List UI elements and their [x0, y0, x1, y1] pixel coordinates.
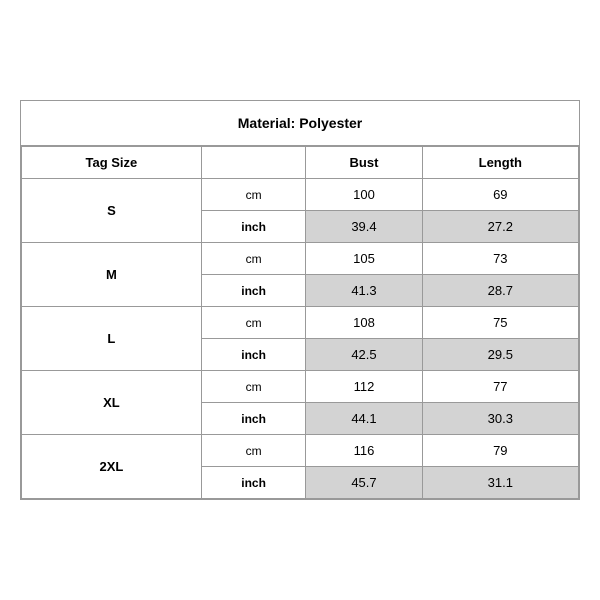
table-row: XLcm11277 [22, 371, 579, 403]
bust-inch-value: 42.5 [306, 339, 422, 371]
length-cm-value: 69 [422, 179, 578, 211]
unit-label-inch: inch [201, 211, 306, 243]
unit-label-cm: cm [201, 307, 306, 339]
bust-header: Bust [306, 147, 422, 179]
chart-title: Material: Polyester [21, 101, 579, 146]
length-inch-value: 30.3 [422, 403, 578, 435]
length-cm-value: 79 [422, 435, 578, 467]
tag-size-header: Tag Size [22, 147, 202, 179]
unit-label-cm: cm [201, 371, 306, 403]
unit-label-inch: inch [201, 467, 306, 499]
bust-cm-value: 108 [306, 307, 422, 339]
length-inch-value: 28.7 [422, 275, 578, 307]
table-row: 2XLcm11679 [22, 435, 579, 467]
length-header: Length [422, 147, 578, 179]
unit-label-cm: cm [201, 435, 306, 467]
unit-label-inch: inch [201, 275, 306, 307]
length-inch-value: 27.2 [422, 211, 578, 243]
unit-label-inch: inch [201, 339, 306, 371]
length-cm-value: 75 [422, 307, 578, 339]
length-inch-value: 31.1 [422, 467, 578, 499]
length-cm-value: 77 [422, 371, 578, 403]
tag-size-cell: XL [22, 371, 202, 435]
unit-label-inch: inch [201, 403, 306, 435]
bust-inch-value: 41.3 [306, 275, 422, 307]
unit-label-cm: cm [201, 243, 306, 275]
empty-header [201, 147, 306, 179]
bust-inch-value: 39.4 [306, 211, 422, 243]
tag-size-cell: L [22, 307, 202, 371]
bust-cm-value: 112 [306, 371, 422, 403]
tag-size-cell: S [22, 179, 202, 243]
table-row: Mcm10573 [22, 243, 579, 275]
bust-cm-value: 105 [306, 243, 422, 275]
length-cm-value: 73 [422, 243, 578, 275]
table-row: Lcm10875 [22, 307, 579, 339]
table-header: Tag Size Bust Length [22, 147, 579, 179]
bust-inch-value: 44.1 [306, 403, 422, 435]
size-chart: Material: Polyester Tag Size Bust Length… [20, 100, 580, 500]
tag-size-cell: M [22, 243, 202, 307]
unit-label-cm: cm [201, 179, 306, 211]
tag-size-cell: 2XL [22, 435, 202, 499]
bust-inch-value: 45.7 [306, 467, 422, 499]
bust-cm-value: 100 [306, 179, 422, 211]
size-table: Tag Size Bust Length Scm10069inch39.427.… [21, 146, 579, 499]
length-inch-value: 29.5 [422, 339, 578, 371]
bust-cm-value: 116 [306, 435, 422, 467]
table-row: Scm10069 [22, 179, 579, 211]
